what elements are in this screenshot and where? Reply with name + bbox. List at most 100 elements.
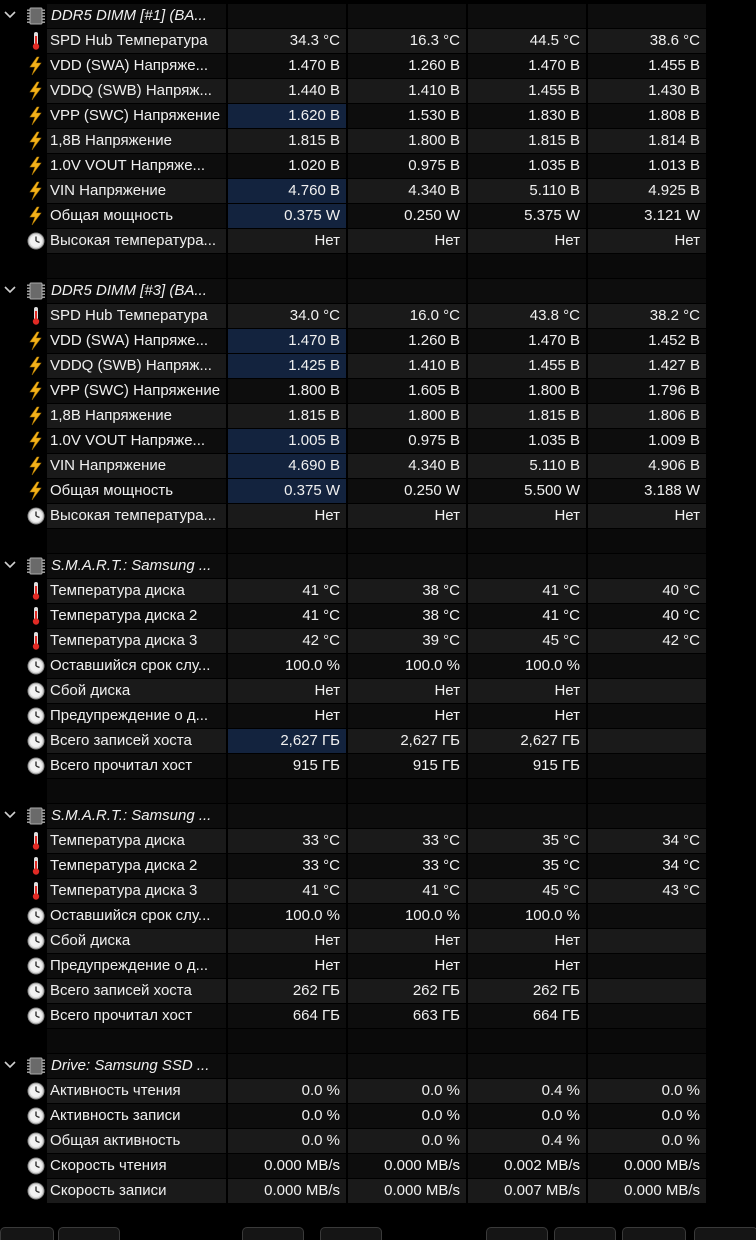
sensor-row[interactable]: VIN Напряжение 4.760 В 4.340 В 5.110 В 4.925… [0,178,756,203]
avg-value: 1.806 В [588,404,706,428]
sensor-label-cell: VDDQ (SWB) Напряж... [47,354,226,378]
empty-cell [468,554,586,578]
memory-chip-icon [26,556,46,576]
avg-value: 34 °C [588,829,706,853]
group-spacer [0,253,756,278]
sensor-row[interactable]: Сбой диска Нет Нет Нет [0,678,756,703]
sensor-label-cell: Скорость записи [47,1179,226,1203]
group-title-cell: DDR5 DIMM [#3] (BA... [47,279,226,303]
clock-icon [26,681,46,701]
sensor-row[interactable]: 1,8В Напряжение 1.815 В 1.800 В 1.815 В 1.81… [0,128,756,153]
sensor-row[interactable]: Всего прочитал хост 664 ГБ 663 ГБ 664 ГБ [0,1003,756,1028]
sensor-label-cell: SPD Hub Температура [47,304,226,328]
min-value: 0.0 % [348,1079,466,1103]
min-value: 1.530 В [348,104,466,128]
sensor-row[interactable]: Всего прочитал хост 915 ГБ 915 ГБ 915 ГБ [0,753,756,778]
sensor-row[interactable]: Оставшийся срок слу... 100.0 % 100.0 % 100.… [0,903,756,928]
sensor-row[interactable]: Всего записей хоста 2,627 ГБ 2,627 ГБ 2,627… [0,728,756,753]
sensor-row[interactable]: 1.0V VOUT Напряже... 1.005 В 0.975 В 1.035 … [0,428,756,453]
empty-cell [348,4,466,28]
chevron-down-icon[interactable] [3,557,17,573]
sensor-row[interactable]: Предупреждение о д... Нет Нет Нет [0,703,756,728]
sensor-row[interactable]: VDDQ (SWB) Напряж... 1.440 В 1.410 В 1.455 … [0,78,756,103]
sensor-row[interactable]: Всего записей хоста 262 ГБ 262 ГБ 262 ГБ [0,978,756,1003]
sensor-row[interactable]: Активность чтения 0.0 % 0.0 % 0.4 % 0.0 % [0,1078,756,1103]
group-title: DDR5 DIMM [#3] (BA... [51,282,207,299]
sensor-row[interactable]: Температура диска 41 °C 38 °C 41 °C 40 °C [0,578,756,603]
sensor-row[interactable]: Температура диска 2 33 °C 33 °C 35 °C 34 °C [0,853,756,878]
sensor-row[interactable]: VDD (SWA) Напряже... 1.470 В 1.260 В 1.470 … [0,53,756,78]
chevron-down-icon[interactable] [3,807,17,823]
clock-icon [26,231,46,251]
avg-value: 1.427 В [588,354,706,378]
sensor-row[interactable]: Температура диска 33 °C 33 °C 35 °C 34 °C [0,828,756,853]
min-value: 915 ГБ [348,754,466,778]
thermometer-icon [26,831,46,851]
sensor-row[interactable]: VDDQ (SWB) Напряж... 1.425 В 1.410 В 1.455 … [0,353,756,378]
empty-cell [348,804,466,828]
max-value: 41 °C [468,604,586,628]
chevron-down-icon[interactable] [3,7,17,23]
sensor-group-header[interactable]: S.M.A.R.T.: Samsung ... [0,553,756,578]
sensor-row[interactable]: Общая активность 0.0 % 0.0 % 0.4 % 0.0 % [0,1128,756,1153]
sensor-label: SPD Hub Температура [50,307,208,324]
sensor-row[interactable]: Оставшийся срок слу... 100.0 % 100.0 % 100.… [0,653,756,678]
max-value: Нет [468,954,586,978]
sensor-label-cell: Оставшийся срок слу... [47,904,226,928]
sensor-row[interactable]: Общая мощность 0.375 W 0.250 W 5.375 W 3.121… [0,203,756,228]
sensor-row[interactable]: Скорость чтения 0.000 MB/s 0.000 MB/s 0.002… [0,1153,756,1178]
current-value: 1.440 В [228,79,346,103]
sensor-label: Сбой диска [50,932,131,949]
current-value: 41 °C [228,879,346,903]
sensor-row[interactable]: VPP (SWC) Напряжение 1.800 В 1.605 В 1.800 … [0,378,756,403]
group-title-cell: S.M.A.R.T.: Samsung ... [47,554,226,578]
chevron-down-icon[interactable] [3,1057,17,1073]
sensor-label: Сбой диска [50,682,131,699]
min-value: 1.410 В [348,79,466,103]
sensor-row[interactable]: Предупреждение о д... Нет Нет Нет [0,953,756,978]
sensor-group-header[interactable]: DDR5 DIMM [#1] (BA... [0,3,756,28]
sensor-row[interactable]: 1,8В Напряжение 1.815 В 1.800 В 1.815 В 1.80… [0,403,756,428]
chevron-down-icon[interactable] [3,282,17,298]
sensor-row[interactable]: Скорость записи 0.000 MB/s 0.000 MB/s 0.007… [0,1178,756,1203]
voltage-bolt-icon [26,106,46,126]
sensor-row[interactable]: Температура диска 3 41 °C 41 °C 45 °C 43 °C [0,878,756,903]
sensor-row[interactable]: Высокая температура... Нет Нет Нет Нет [0,228,756,253]
voltage-bolt-icon [26,181,46,201]
sensor-label-cell: Активность записи [47,1104,226,1128]
sensor-row[interactable]: Сбой диска Нет Нет Нет [0,928,756,953]
sensor-row[interactable]: SPD Hub Температура 34.3 °C 16.3 °C 44.5 °C… [0,28,756,53]
avg-value: 38.6 °C [588,29,706,53]
thermometer-icon [26,306,46,326]
sensor-row[interactable]: Активность записи 0.0 % 0.0 % 0.0 % 0.0 % [0,1103,756,1128]
avg-value [588,704,706,728]
sensor-row[interactable]: Высокая температура... Нет Нет Нет Нет [0,503,756,528]
current-value: Нет [228,954,346,978]
sensor-label: Температура диска 2 [50,607,198,624]
sensor-label: Предупреждение о д... [50,707,209,724]
sensor-group-header[interactable]: S.M.A.R.T.: Samsung ... [0,803,756,828]
empty-cell [228,804,346,828]
empty-cell [588,804,706,828]
sensor-row[interactable]: VDD (SWA) Напряже... 1.470 В 1.260 В 1.470 … [0,328,756,353]
sensor-row[interactable]: VIN Напряжение 4.690 В 4.340 В 5.110 В 4.906… [0,453,756,478]
memory-chip-icon [26,281,46,301]
sensor-label-cell: VDD (SWA) Напряже... [47,329,226,353]
sensor-label-cell: Всего прочитал хост [47,754,226,778]
sensor-row[interactable]: 1.0V VOUT Напряже... 1.020 В 0.975 В 1.035 … [0,153,756,178]
empty-cell [47,1029,226,1053]
sensor-row[interactable]: VPP (SWC) Напряжение 1.620 В 1.530 В 1.830 … [0,103,756,128]
sensor-group-header[interactable]: DDR5 DIMM [#3] (BA... [0,278,756,303]
voltage-bolt-icon [26,156,46,176]
sensor-row[interactable]: SPD Hub Температура 34.0 °C 16.0 °C 43.8 °C… [0,303,756,328]
group-spacer [0,528,756,553]
avg-value: 0.000 MB/s [588,1154,706,1178]
voltage-bolt-icon [26,406,46,426]
sensor-row[interactable]: Температура диска 3 42 °C 39 °C 45 °C 42 °C [0,628,756,653]
sensor-label: Скорость записи [50,1182,167,1199]
sensor-group-header[interactable]: Drive: Samsung SSD ... [0,1053,756,1078]
group-title-cell: Drive: Samsung SSD ... [47,1054,226,1078]
sensor-row[interactable]: Температура диска 2 41 °C 38 °C 41 °C 40 °C [0,603,756,628]
sensor-row[interactable]: Общая мощность 0.375 W 0.250 W 5.500 W 3.188… [0,478,756,503]
empty-cell [348,1029,466,1053]
